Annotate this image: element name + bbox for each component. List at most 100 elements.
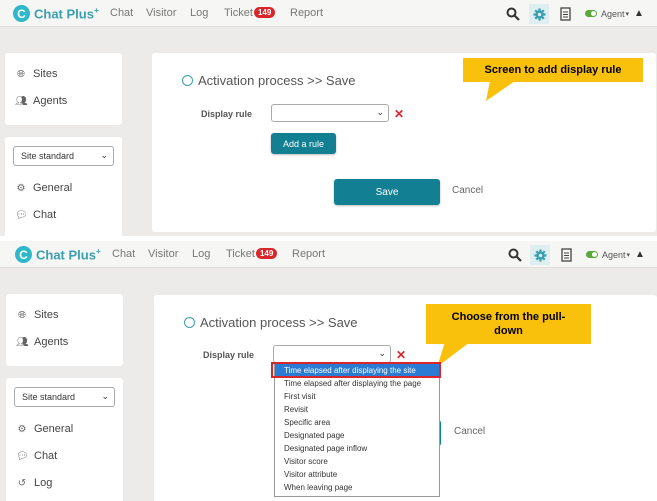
callout-pointer [486, 81, 515, 101]
page-title-text: Activation process >> Save [200, 315, 358, 330]
chevron-down-icon: ⌄ [376, 107, 384, 117]
sidebar-item-label: General [34, 423, 74, 435]
agent-status-menu[interactable]: Agent ▾ ▲ [586, 249, 645, 260]
sidebar-item-sites[interactable]: 🌐︎ Sites [15, 68, 57, 80]
sidebar-item-label: Sites [33, 68, 58, 80]
add-rule-button[interactable]: Add a rule [271, 133, 336, 154]
dropdown-option[interactable]: When leaving page [275, 481, 439, 494]
globe-icon: 🌐︎ [18, 309, 26, 321]
nav-report[interactable]: Report [292, 248, 325, 260]
dropdown-option[interactable]: Visitor attribute [275, 468, 439, 481]
cancel-link[interactable]: Cancel [454, 426, 485, 437]
chatplus-logo-icon: C [15, 246, 32, 263]
gear-icon[interactable] [529, 4, 549, 24]
chevron-down-icon: ⌄ [378, 348, 386, 358]
nav-visitor[interactable]: Visitor [148, 248, 178, 260]
ticket-count-badge: 149 [253, 7, 276, 18]
save-button[interactable]: Save [334, 179, 440, 205]
chat-bubble-icon: 💬︎ [16, 450, 29, 462]
sidebar-item-general[interactable]: ⚙︎ General [15, 182, 73, 194]
nav-log[interactable]: Log [192, 248, 210, 260]
document-icon[interactable] [556, 245, 576, 265]
display-rule-dropdown-list[interactable]: Time elapsed after displaying the site T… [274, 363, 440, 497]
caret-down-icon: ▾ [626, 251, 631, 259]
sidebar-item-label: Sites [34, 309, 59, 321]
sidebar-item-label: Chat [33, 209, 57, 221]
sidebar-item-label: Log [34, 477, 53, 489]
display-rule-select[interactable]: ⌄ [273, 345, 391, 363]
document-icon[interactable] [555, 4, 575, 24]
nav-ticket-label: Ticket [226, 248, 255, 260]
toggle-icon[interactable] [585, 10, 597, 17]
nav-visitor[interactable]: Visitor [146, 7, 176, 19]
sidebar-top-card: 🌐︎ Sites 👥︎ Agents [5, 53, 122, 125]
dropdown-option[interactable]: Revisit [275, 403, 439, 416]
sidebar-item-chat[interactable]: 💬︎ Chat [16, 450, 57, 462]
site-select[interactable]: Site standard ⌄ [14, 387, 115, 407]
dropdown-option[interactable]: Time elapsed after displaying the page [275, 377, 439, 390]
chatplus-logo[interactable]: C Chat Plus+ [13, 5, 99, 22]
nav-ticket[interactable]: Ticket 149 [224, 7, 276, 19]
logo-text: Chat Plus [34, 6, 94, 22]
page-title: Activation process >> Save [182, 73, 356, 88]
dropdown-option[interactable]: Designated page [275, 429, 439, 442]
chatplus-logo-icon: C [13, 5, 30, 22]
sidebar-item-log[interactable]: ↺ Log [16, 477, 53, 489]
sidebar-item-general[interactable]: ⚙︎ General [16, 423, 74, 435]
selected-option-highlight [271, 362, 441, 378]
chatplus-logo[interactable]: C Chat Plus+ [15, 246, 101, 263]
top-nav-bar: C Chat Plus+ Chat Visitor Log Ticket 149 … [0, 0, 657, 27]
dropdown-option[interactable]: Visitor score [275, 455, 439, 468]
users-icon: 👥︎ [16, 336, 29, 348]
agent-status-menu[interactable]: Agent ▾ ▲ [585, 8, 644, 19]
remove-rule-icon[interactable]: ✕ [396, 348, 406, 362]
nav-chat[interactable]: Chat [110, 7, 133, 19]
display-rule-select[interactable]: ⌄ [271, 104, 389, 122]
search-icon[interactable] [503, 4, 523, 24]
dropdown-option[interactable]: First visit [275, 390, 439, 403]
sidebar-item-agents[interactable]: 👥︎ Agents [16, 336, 68, 348]
sidebar-item-label: General [33, 182, 73, 194]
cancel-link[interactable]: Cancel [452, 185, 483, 196]
dropdown-option[interactable]: Designated page inflow [275, 442, 439, 455]
sidebar-item-agents[interactable]: 👥︎ Agents [15, 95, 67, 107]
sidebar-item-chat[interactable]: 💬︎ Chat [15, 209, 56, 221]
remove-rule-icon[interactable]: ✕ [394, 107, 404, 121]
circle-icon [184, 317, 195, 328]
sidebar-item-label: Agents [33, 95, 68, 107]
sidebar-settings-card: Site standard ⌄ ⚙︎ General 💬︎ Chat ↺ Log [6, 378, 123, 501]
caret-down-icon: ▾ [625, 10, 630, 18]
nav-ticket[interactable]: Ticket 149 [226, 248, 278, 260]
logo-text: Chat Plus [36, 247, 96, 263]
warning-icon[interactable]: ▲ [635, 249, 645, 260]
site-select-value: Site standard [22, 392, 76, 402]
gears-icon: ⚙︎ [17, 423, 27, 435]
chevron-down-icon: ⌄ [101, 391, 109, 401]
nav-chat[interactable]: Chat [112, 248, 135, 260]
nav-ticket-label: Ticket [224, 7, 253, 19]
gears-icon: ⚙︎ [16, 182, 26, 194]
nav-log[interactable]: Log [190, 7, 208, 19]
dropdown-option[interactable]: Specific area [275, 416, 439, 429]
agent-label: Agent [602, 249, 626, 260]
search-icon[interactable] [505, 245, 525, 265]
agent-label: Agent [601, 8, 625, 19]
warning-icon[interactable]: ▲ [634, 8, 644, 19]
site-select[interactable]: Site standard ⌄ [13, 146, 114, 166]
logo-sup: + [93, 5, 99, 15]
globe-icon: 🌐︎ [17, 68, 25, 80]
display-rule-label: Display rule [203, 350, 255, 360]
site-select-value: Site standard [21, 151, 75, 161]
chevron-down-icon: ⌄ [100, 150, 108, 160]
page-title-text: Activation process >> Save [198, 73, 356, 88]
top-nav-bar: C Chat Plus+ Chat Visitor Log Ticket 149 … [0, 241, 657, 268]
history-icon: ↺ [17, 477, 27, 489]
chat-bubble-icon: 💬︎ [15, 209, 28, 221]
nav-report[interactable]: Report [290, 7, 323, 19]
sidebar-settings-card: Site standard ⌄ ⚙︎ General 💬︎ Chat [5, 137, 122, 236]
logo-sup: + [95, 246, 101, 256]
sidebar-item-sites[interactable]: 🌐︎ Sites [16, 309, 58, 321]
sidebar-item-label: Agents [34, 336, 69, 348]
gear-icon[interactable] [530, 245, 550, 265]
toggle-icon[interactable] [586, 251, 598, 258]
